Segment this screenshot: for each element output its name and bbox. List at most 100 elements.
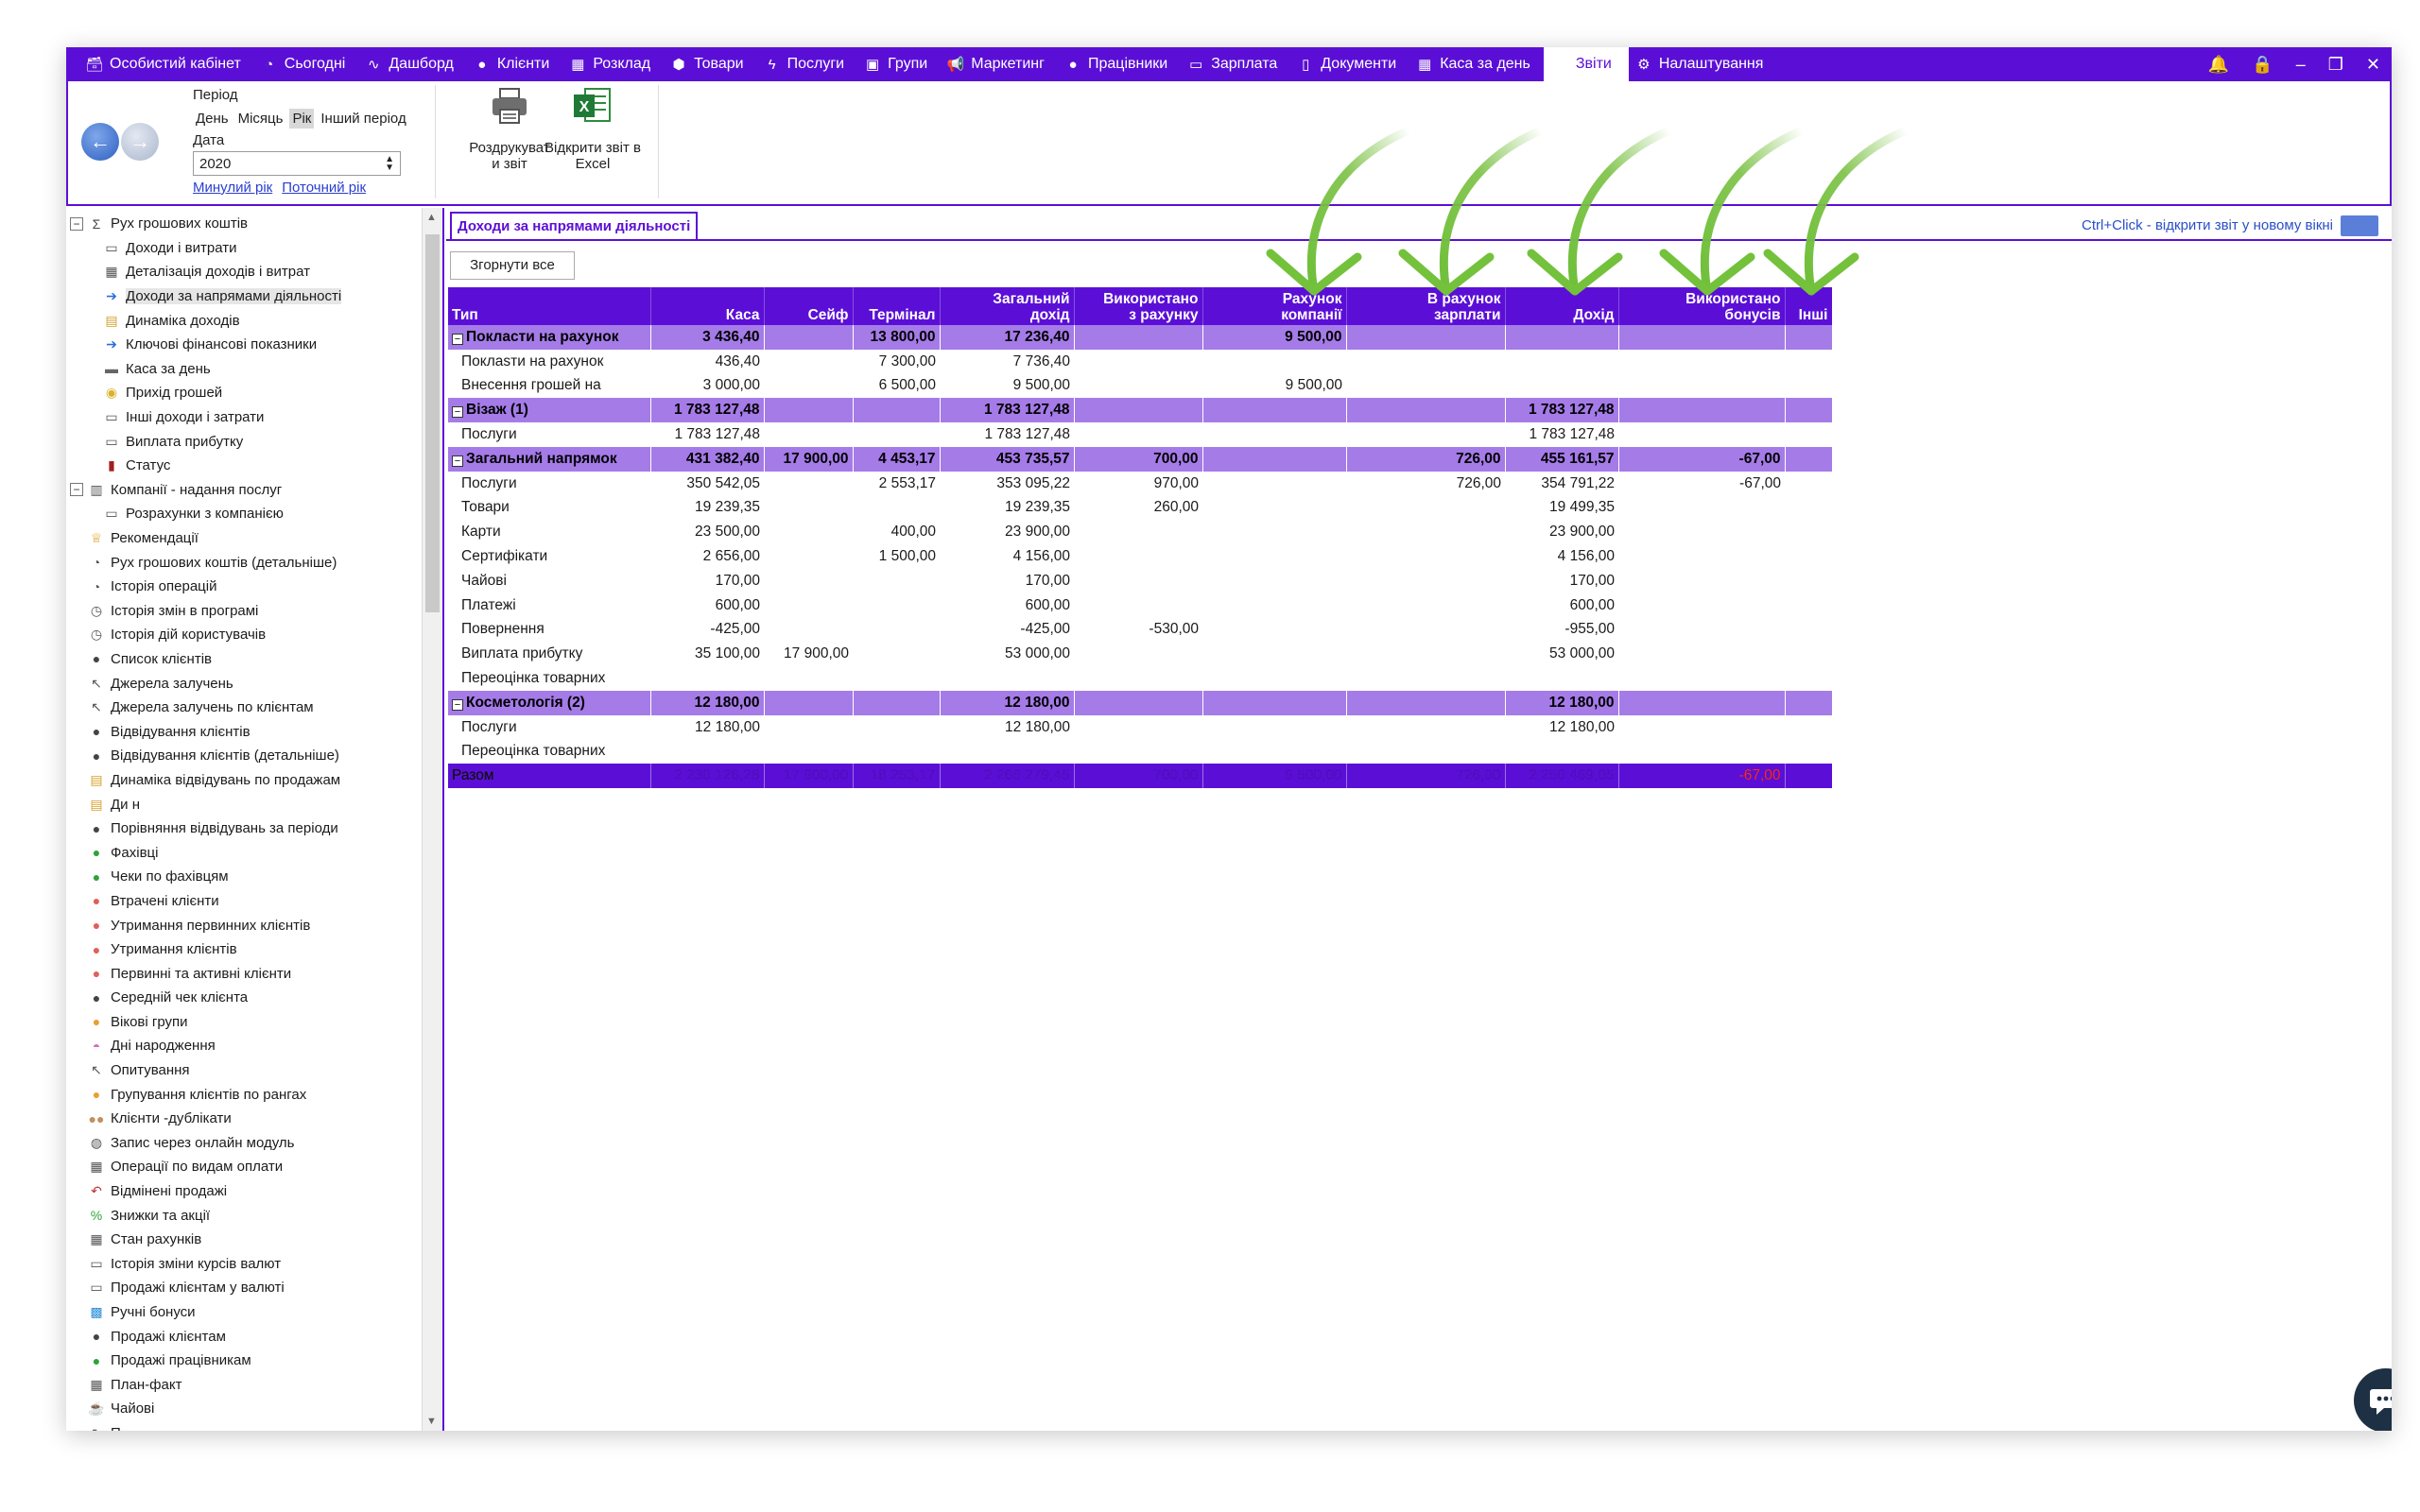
column-header[interactable]: Інші [1785, 287, 1833, 325]
period-tab-1[interactable]: Місяць [235, 109, 286, 129]
sidebar-item[interactable]: − Σ Рух грошових коштів [70, 212, 420, 236]
sidebar-item[interactable]: ● Порівняння відвідувань за періоди [70, 816, 420, 841]
group-row[interactable]: − Косметологія (2) 12 180,00 12 180,00 12 18… [448, 690, 1833, 715]
nav-item-11[interactable]: ▯ Документи [1290, 47, 1409, 81]
sidebar-item[interactable]: ◷ Історія змін в програмі [70, 599, 420, 624]
minimize-icon[interactable]: – [2296, 55, 2306, 75]
sidebar-item[interactable]: ↶ Відмінені продажі [70, 1179, 420, 1204]
table-row[interactable]: Внесення грошей на 3 000,00 6 500,00 9 500,… [448, 374, 1832, 399]
sidebar-item[interactable]: ◔ Історія операцій [70, 575, 420, 599]
table-row[interactable]: Переоцінка товарних [448, 740, 1832, 765]
column-header[interactable]: Використано з рахунку [1074, 287, 1203, 325]
sidebar-item[interactable]: ▦ Стан рахунків [70, 1228, 420, 1252]
collapse-group-icon[interactable]: − [452, 333, 463, 345]
sidebar-item[interactable]: ▮ Статус [70, 454, 420, 478]
table-row[interactable]: Поклasти на рахунок 436,40 7 300,00 7 736,4… [448, 350, 1832, 374]
sidebar-item[interactable]: ▤ Ди н [70, 792, 420, 816]
table-row[interactable]: Переоцінка товарних [448, 666, 1832, 691]
column-header[interactable]: Сейф [764, 287, 854, 325]
tab-income-by-direction[interactable]: Доходи за напрямами діяльності [450, 212, 699, 240]
sidebar-item[interactable]: ▭ Доходи і витрати [70, 236, 420, 261]
table-row[interactable]: Карти 23 500,00 400,00 23 900,00 23 900,00 [448, 520, 1832, 544]
column-header[interactable]: Термінал [853, 287, 941, 325]
sidebar-item[interactable]: ▭ Історія зміни курсів валют [70, 1252, 420, 1277]
sidebar-item[interactable]: ▬ Каса за день [70, 357, 420, 382]
sidebar-item[interactable]: % Знижки та акції [70, 1203, 420, 1228]
nav-item-12[interactable]: ▦ Каса за день [1409, 47, 1544, 81]
sidebar-item[interactable]: ● Чеки по фахівцям [70, 865, 420, 889]
sidebar-item[interactable]: ▦ План-факт [70, 1373, 420, 1398]
sidebar-item[interactable]: ◉ Прихід грошей [70, 381, 420, 405]
sidebar-item[interactable]: ↖ Джерела залучень по клієнтам [70, 696, 420, 720]
sidebar-item[interactable]: ● Втрачені клієнти [70, 889, 420, 914]
scrollbar-thumb[interactable] [425, 234, 440, 612]
prev-year-link[interactable]: Минулий рік [193, 180, 272, 196]
table-row[interactable]: Чайові 170,00 170,00 170,00 [448, 569, 1832, 593]
column-header[interactable]: Загальний дохід [940, 287, 1075, 325]
sidebar-item[interactable]: ● Продажі клієнтам [70, 1324, 420, 1349]
nav-item-8[interactable]: 📢 Маркетинг [941, 47, 1058, 81]
sidebar-item[interactable]: ● Вікові групи [70, 1010, 420, 1035]
nav-item-1[interactable]: ◔ Сьогодні [254, 47, 359, 81]
nav-item-6[interactable]: ϟ Послуги [757, 47, 858, 81]
sidebar-item[interactable]: ☕ Чайові [70, 1397, 420, 1421]
sidebar-item[interactable]: ●● Клієнти -дублікати [70, 1107, 420, 1131]
sidebar-item[interactable]: ● Первинні та активні клієнти [70, 961, 420, 986]
sidebar-item[interactable]: ▤ Динаміка доходів [70, 308, 420, 333]
sidebar-item[interactable]: ▭ Розрахунки з компанією [70, 502, 420, 526]
scroll-down-icon[interactable]: ▼ [426, 1416, 437, 1427]
sidebar-item[interactable]: − ▥ Компанії - надання послуг [70, 478, 420, 503]
sidebar-item[interactable]: ↖ Джерела залучень [70, 671, 420, 696]
bell-icon[interactable]: 🔔 [2208, 55, 2229, 75]
sidebar-item[interactable]: ➔ Доходи за напрямами діяльності [70, 284, 420, 309]
sidebar-item[interactable]: ▭ Продажі клієнтам у валюті [70, 1276, 420, 1300]
column-header[interactable]: Тип [448, 287, 651, 325]
period-tab-0[interactable]: День [193, 109, 232, 129]
table-row[interactable]: Товари 19 239,35 19 239,35 260,00 19 499,35 [448, 496, 1832, 521]
back-arrow-icon[interactable]: ← [81, 123, 119, 161]
sidebar-item[interactable]: ➔ Ключові фінансові показники [70, 333, 420, 357]
year-spinner[interactable]: 2020 ▲ ▼ [193, 151, 401, 176]
sidebar-item[interactable]: ◓ Дні народження [70, 1034, 420, 1058]
table-row[interactable]: Послуги 12 180,00 12 180,00 12 180,00 [448, 715, 1832, 740]
nav-item-5[interactable]: ⬢ Товари [664, 47, 756, 81]
sidebar-item[interactable]: ◷ Історія дій користувачів [70, 623, 420, 647]
sidebar-scrollbar[interactable]: ▲ ▼ [422, 208, 442, 1431]
table-row[interactable]: Виплата прибутку 35 100,00 17 900,00 53 000… [448, 642, 1832, 666]
sidebar-item[interactable]: ↖ Опитування [70, 1058, 420, 1083]
nav-item-13[interactable]: Звіти [1543, 47, 1629, 81]
nav-item-9[interactable]: ● Працівники [1058, 47, 1181, 81]
lock-icon[interactable]: 🔒 [2252, 55, 2273, 75]
table-row[interactable]: Повернення -425,00 -425,00 -530,00 -955,00 [448, 618, 1832, 643]
sidebar-item[interactable]: ● Групування клієнтів по рангах [70, 1082, 420, 1107]
sidebar-item[interactable]: ▩ Ручні бонуси [70, 1300, 420, 1325]
table-row[interactable]: Сертифікати 2 656,00 1 500,00 4 156,00 4 156… [448, 544, 1832, 569]
collapse-group-icon[interactable]: − [452, 406, 463, 419]
sidebar-item[interactable]: ● Середній чек клієнта [70, 986, 420, 1010]
nav-item-4[interactable]: ▦ Розклад [562, 47, 664, 81]
table-row[interactable]: Платежі 600,00 600,00 600,00 [448, 593, 1832, 618]
sidebar-item[interactable]: ● Утримання первинних клієнтів [70, 913, 420, 937]
sidebar-item[interactable]: ● Фахівці [70, 840, 420, 865]
scroll-up-icon[interactable]: ▲ [426, 212, 437, 223]
nav-item-14[interactable]: ⚙ Налаштування [1629, 47, 1777, 81]
open-excel-button[interactable]: X Відкрити звіт в Excel [522, 85, 664, 198]
sidebar-item[interactable]: ● Відвідування клієнтів [70, 719, 420, 744]
collapse-group-icon[interactable]: − [452, 698, 463, 711]
period-tab-2[interactable]: Рік [289, 108, 315, 129]
column-header[interactable]: Каса [650, 287, 765, 325]
nav-item-0[interactable]: 🗃 Особистий кабінет [79, 47, 254, 81]
table-row[interactable]: Послуги 1 783 127,48 1 783 127,48 1 783 127… [448, 422, 1832, 447]
sidebar-item[interactable]: ● Список клієнтів [70, 647, 420, 672]
sidebar-item[interactable]: ● Відвідування клієнтів (детальніше) [70, 744, 420, 768]
new-window-icon[interactable] [2341, 215, 2378, 236]
sidebar-item[interactable]: ▦ Деталізація доходів і витрат [70, 260, 420, 284]
sidebar-item[interactable]: ◔ Рух грошових коштів (детальніше) [70, 550, 420, 575]
sidebar-item[interactable]: ▭ Виплата прибутку [70, 429, 420, 454]
total-row[interactable]: Разом 2 230 126,28 17 900,00 18 253,17 2 266… [448, 764, 1833, 789]
close-icon[interactable]: ✕ [2366, 55, 2380, 75]
collapse-toggle-icon[interactable]: − [70, 483, 83, 497]
sidebar-item[interactable]: ● Утримання клієнтів [70, 937, 420, 962]
sidebar-item[interactable]: ◍ Запис через онлайн модуль [70, 1131, 420, 1156]
column-header[interactable]: Використано бонусів [1618, 287, 1786, 325]
